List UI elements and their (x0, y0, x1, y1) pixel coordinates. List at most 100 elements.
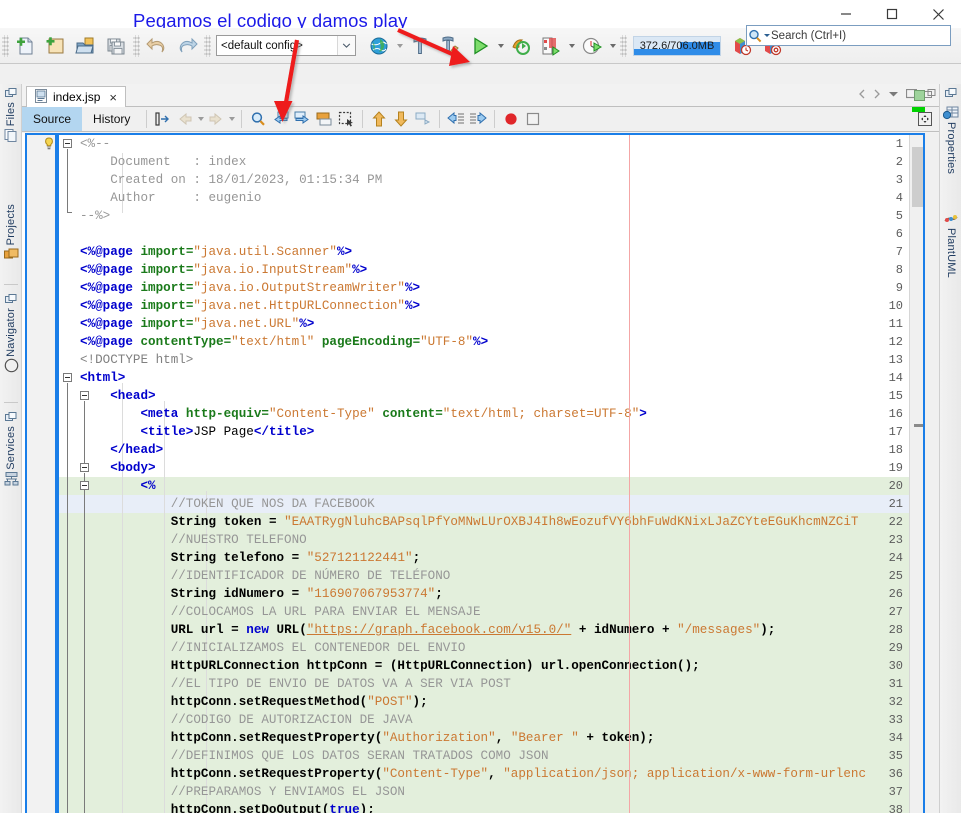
code-line[interactable]: Document : index (80, 153, 925, 171)
code-line[interactable] (80, 225, 925, 243)
error-stripe-marker[interactable] (912, 107, 925, 112)
code-line[interactable]: <% (80, 477, 925, 495)
toggle-toolbar-button[interactable] (915, 109, 935, 129)
run-dropdown-caret[interactable] (495, 31, 506, 61)
code-line[interactable]: <!DOCTYPE html> (80, 351, 925, 369)
code-line[interactable]: //TOKEN QUE NOS DA FACEBOOK (80, 495, 925, 513)
error-stripe-status[interactable] (914, 90, 925, 101)
sidebar-item-navigator[interactable]: Navigator (0, 292, 22, 373)
tab-list-dropdown-icon[interactable] (888, 90, 899, 101)
code-line[interactable]: <%-- (80, 135, 925, 153)
close-icon[interactable]: × (109, 91, 117, 104)
code-line[interactable]: <%@page contentType="text/html" pageEnco… (80, 333, 925, 351)
toolbar-grip[interactable] (2, 34, 9, 57)
next-occurrence-button[interactable] (291, 108, 313, 130)
code-line[interactable]: //INICIALIZAMOS EL CONTENEDOR DEL ENVIO (80, 639, 925, 657)
last-edit-button[interactable] (412, 108, 434, 130)
memory-gauge[interactable]: 372.6/706.0MB (633, 35, 721, 56)
scrollbar-thumb[interactable] (912, 147, 924, 207)
code-line[interactable]: <%@page import="java.io.InputStream"%> (80, 261, 925, 279)
code-line[interactable]: <html> (80, 369, 925, 387)
new-file-button[interactable] (11, 31, 41, 61)
toggle-bookmark-button[interactable] (152, 108, 174, 130)
code-line[interactable]: Created on : 18/01/2023, 01:15:34 PM (80, 171, 925, 189)
tab-history[interactable]: History (82, 107, 141, 131)
code-line[interactable]: <meta http-equiv="Content-Type" content=… (80, 405, 925, 423)
code-line[interactable]: --%> (80, 207, 925, 225)
close-icon[interactable] (915, 0, 961, 28)
find-selection-button[interactable] (247, 108, 269, 130)
dock-group-right[interactable] (940, 86, 961, 100)
float-window-icon[interactable] (924, 88, 936, 103)
shift-left-button[interactable] (445, 108, 467, 130)
build-project-button[interactable] (405, 31, 435, 61)
code-editor-area[interactable]: 1 2 3 4 5 6 7 8 9 10 11 12 13 14 15 16 17 18 19 20 21 22 23 24 2… (22, 133, 939, 813)
toolbar-grip-2[interactable] (133, 34, 140, 57)
code-line[interactable]: //EL TIPO DE ENVIO DE DATOS VA A SER VIA… (80, 675, 925, 693)
undo-button[interactable] (142, 31, 172, 61)
sidebar-item-properties[interactable]: Properties (940, 106, 961, 176)
code-line[interactable]: Author : eugenio (80, 189, 925, 207)
run-project-button[interactable] (465, 31, 495, 61)
code-line[interactable]: //COLOCAMOS LA URL PARA ENVIAR EL MENSAJ… (80, 603, 925, 621)
previous-bookmark-button[interactable] (174, 108, 196, 130)
file-tab-index-jsp[interactable]: index.jsp × (26, 86, 126, 108)
previous-error-button[interactable] (368, 108, 390, 130)
save-all-button[interactable] (101, 31, 131, 61)
code-line[interactable]: <%@page import="java.net.URL"%> (80, 315, 925, 333)
fold-marker-line-1[interactable] (63, 139, 72, 148)
code-line[interactable]: <%@page import="java.net.HttpURLConnecti… (80, 297, 925, 315)
scrollbar-track[interactable] (910, 133, 926, 813)
previous-bookmark-caret[interactable] (196, 108, 205, 130)
code-line[interactable]: <%@page import="java.util.Scanner"%> (80, 243, 925, 261)
team-dropdown-caret[interactable] (607, 31, 618, 61)
code-line[interactable]: String telefono = "527121122441"; (80, 549, 925, 567)
start-macro-recording-button[interactable] (500, 108, 522, 130)
profile-dropdown-caret[interactable] (566, 31, 577, 61)
browser-dropdown-caret[interactable] (394, 31, 405, 61)
next-bookmark-button[interactable] (205, 108, 227, 130)
project-configuration-combo[interactable]: <default config> (216, 35, 356, 56)
scroll-tabs-left-icon[interactable] (858, 89, 866, 102)
code-line[interactable]: //PREPARAMOS Y ENVIAMOS EL JSON (80, 783, 925, 801)
code-line[interactable]: httpConn.setRequestProperty("Content-Typ… (80, 765, 925, 783)
new-project-button[interactable] (41, 31, 71, 61)
vertical-scrollbar[interactable] (909, 133, 926, 813)
profile-project-button[interactable] (536, 31, 566, 61)
search-input[interactable]: Search (Ctrl+I) (746, 25, 951, 46)
tab-source[interactable]: Source (22, 107, 83, 131)
code-line[interactable]: </head> (80, 441, 925, 459)
browser-button[interactable] (364, 31, 394, 61)
scroll-tabs-right-icon[interactable] (873, 89, 881, 102)
code-line[interactable]: HttpURLConnection httpConn = (HttpURLCon… (80, 657, 925, 675)
sidebar-item-services[interactable]: Services (0, 410, 22, 486)
maximize-icon[interactable] (869, 0, 915, 28)
sidebar-item-files[interactable]: Files (0, 86, 22, 143)
open-project-button[interactable] (71, 31, 101, 61)
code-line[interactable]: String idNumero = "116907067953774"; (80, 585, 925, 603)
code-line[interactable]: <head> (80, 387, 925, 405)
stop-macro-recording-button[interactable] (522, 108, 544, 130)
code-line[interactable]: httpConn.setRequestMethod("POST"); (80, 693, 925, 711)
chevron-down-icon[interactable] (337, 36, 355, 55)
toggle-highlight-button[interactable] (313, 108, 335, 130)
next-error-button[interactable] (390, 108, 412, 130)
code-line[interactable]: <%@page import="java.io.OutputStreamWrit… (80, 279, 925, 297)
fold-marker-line-14[interactable] (63, 373, 72, 382)
toolbar-grip-4[interactable] (620, 34, 627, 57)
redo-button[interactable] (172, 31, 202, 61)
code-line[interactable]: httpConn.setDoOutput(true); (80, 801, 925, 813)
next-bookmark-caret[interactable] (227, 108, 236, 130)
lightbulb-hint-icon[interactable] (42, 137, 56, 151)
error-stripe-occurrence[interactable] (914, 424, 923, 427)
previous-occurrence-button[interactable] (269, 108, 291, 130)
code-line[interactable]: <body> (80, 459, 925, 477)
team-button[interactable] (577, 31, 607, 61)
code-line[interactable]: httpConn.setRequestProperty("Authorizati… (80, 729, 925, 747)
toolbar-grip-3[interactable] (204, 34, 211, 57)
code-line[interactable]: //IDENTIFICADOR DE NÚMERO DE TELÉFONO (80, 567, 925, 585)
code-line[interactable]: URL url = new URL("https://graph.faceboo… (80, 621, 925, 639)
code-line[interactable]: //CODIGO DE AUTORIZACION DE JAVA (80, 711, 925, 729)
code-line[interactable]: //DEFINIMOS QUE LOS DATOS SERAN TRATADOS… (80, 747, 925, 765)
sidebar-item-plantuml[interactable]: PlantUML (940, 212, 961, 280)
